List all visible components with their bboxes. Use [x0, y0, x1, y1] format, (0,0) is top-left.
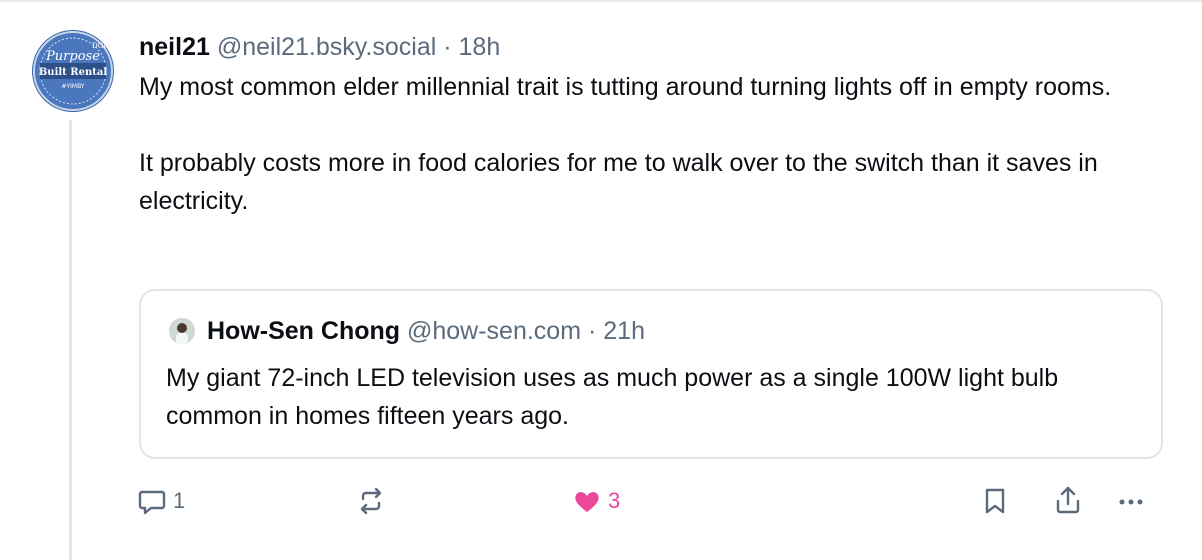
action-bar: 1 3	[0, 480, 1202, 524]
svg-text:Purpose: Purpose	[45, 49, 100, 64]
reply-icon	[138, 490, 166, 515]
post-text: My most common elder millennial trait is…	[139, 68, 1169, 220]
like-button[interactable]: 3	[572, 486, 620, 516]
bookmark-icon	[985, 488, 1005, 514]
svg-text:Built Rental: Built Rental	[39, 67, 107, 78]
svg-text:#YIMBY: #YIMBY	[61, 83, 84, 90]
post-paragraph-2: It probably costs more in food calories …	[139, 149, 1098, 215]
share-button[interactable]	[1053, 484, 1083, 516]
post-paragraph-1: My most common elder millennial trait is…	[139, 73, 1112, 101]
quote-header: How-Sen Chong @how-sen.com · 21h	[169, 314, 645, 348]
post-header: neil21 @neil21.bsky.social · 18h	[139, 30, 1169, 64]
quote-avatar	[169, 318, 195, 344]
quote-text: My giant 72-inch LED television uses as …	[166, 364, 1059, 430]
quote-timestamp[interactable]: 21h	[603, 314, 645, 348]
top-divider	[0, 0, 1202, 2]
display-name[interactable]: neil21	[139, 33, 210, 61]
reply-count: 1	[173, 488, 186, 513]
like-count: 3	[608, 488, 621, 513]
repost-button[interactable]	[356, 486, 386, 516]
quote-separator: ·	[588, 317, 597, 345]
like-icon	[575, 492, 599, 512]
post-content: neil21 @neil21.bsky.social · 18h My most…	[139, 30, 1169, 220]
quote-display-name[interactable]: How-Sen Chong	[207, 314, 400, 348]
quote-card[interactable]: How-Sen Chong @how-sen.com · 21h My gian…	[139, 289, 1163, 459]
quote-handle[interactable]: @how-sen.com	[407, 314, 581, 348]
separator: ·	[443, 33, 452, 61]
timestamp[interactable]: 18h	[459, 33, 501, 61]
handle[interactable]: @neil21.bsky.social	[217, 33, 436, 61]
share-icon	[1056, 486, 1080, 514]
bookmark-button[interactable]	[981, 486, 1009, 516]
reply-button[interactable]: 1	[137, 486, 185, 516]
more-button[interactable]	[1116, 486, 1146, 516]
more-icon	[1119, 499, 1143, 505]
repost-icon	[360, 487, 382, 515]
avatar[interactable]: DGL Purpose Built Rental #YIMBY	[32, 30, 114, 112]
